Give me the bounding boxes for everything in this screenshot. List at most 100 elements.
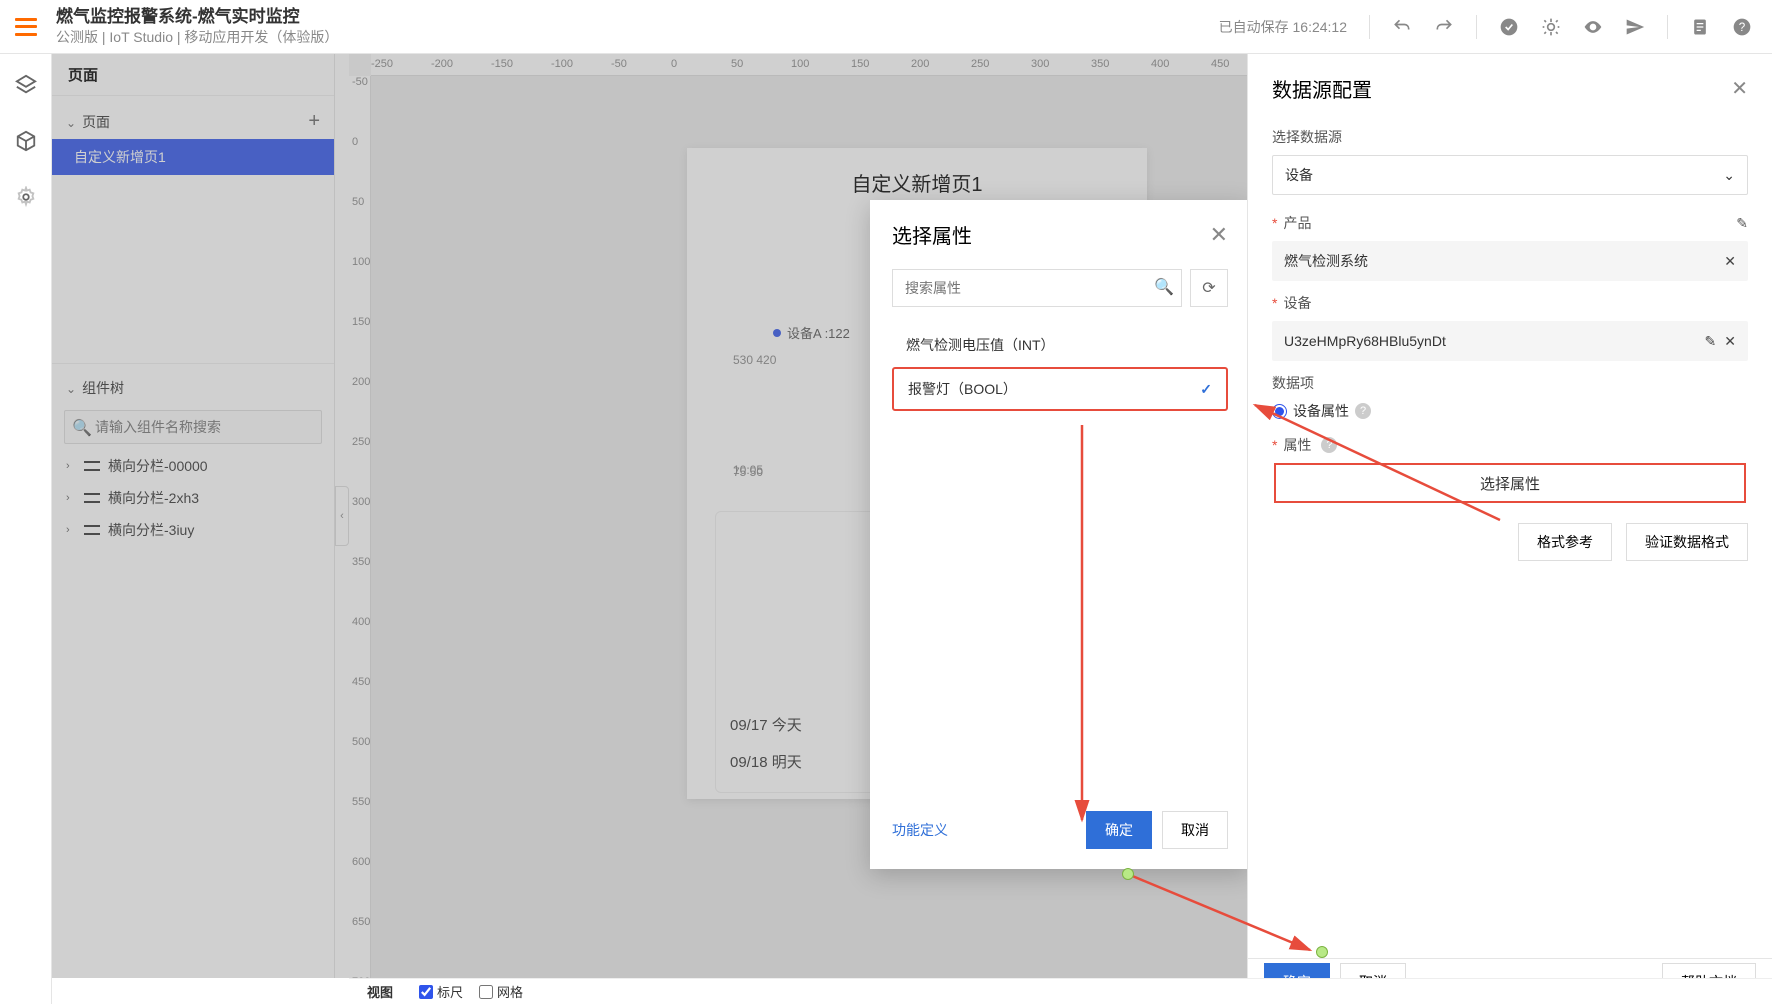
help-tooltip-icon[interactable]: ? xyxy=(1355,403,1371,419)
dataitem-label: 数据项 xyxy=(1272,373,1748,393)
panel-title-row: 数据源配置 ✕ xyxy=(1272,74,1748,103)
help-tooltip-icon[interactable]: ? xyxy=(1321,437,1337,453)
component-tree-header[interactable]: ⌄ 组件树 xyxy=(52,372,334,404)
help-icon[interactable]: ? xyxy=(1732,17,1752,37)
modal-header: 选择属性 ✕ xyxy=(892,220,1228,249)
edit-icon[interactable]: ✎ xyxy=(1736,215,1748,232)
app-subtitle: 公测版 | IoT Studio | 移动应用开发（体验版） xyxy=(56,28,1219,46)
device-label: *设备 xyxy=(1272,293,1748,313)
modal-footer: 功能定义 确定 取消 xyxy=(892,811,1228,849)
left-panel: 页面 ⌄页面 + 自定义新增页1 ⌄组件树 🔍 ›横向分栏-00000 ›横向分… xyxy=(52,54,335,978)
panel-close-icon[interactable]: ✕ xyxy=(1731,76,1748,101)
view-label: 视图 xyxy=(367,982,393,1001)
ruler-vertical: -500501001502002503003504004505005506006… xyxy=(349,76,371,978)
add-page-icon[interactable]: + xyxy=(308,110,320,133)
layers-icon[interactable] xyxy=(15,74,37,96)
search-icon: 🔍 xyxy=(72,418,92,438)
annotation-dot xyxy=(1316,946,1328,958)
check-circle-icon[interactable] xyxy=(1499,17,1519,37)
tree-label: 横向分栏-00000 xyxy=(108,456,208,476)
columns-icon xyxy=(84,525,100,535)
legend-label: 设备A :122 xyxy=(787,323,850,342)
option-label: 报警灯（BOOL） xyxy=(908,379,1017,399)
tree-item[interactable]: ›横向分栏-3iuy xyxy=(52,514,334,546)
chart-y-value: 530 420 xyxy=(733,353,776,367)
notes-icon[interactable] xyxy=(1690,17,1710,37)
attribute-search-input[interactable] xyxy=(892,269,1182,307)
legend-dot-icon xyxy=(773,329,781,337)
select-attribute-modal: 选择属性 ✕ 🔍 ⟳ 燃气检测电压值（INT） 报警灯（BOOL） ✓ 功能定义… xyxy=(870,200,1250,869)
header-actions: 已自动保存 16:24:12 ? xyxy=(1219,15,1752,39)
autosave-text: 已自动保存 16:24:12 xyxy=(1219,17,1347,37)
datasource-select[interactable]: 设备 ⌄ xyxy=(1272,155,1748,195)
device-value: U3zeHMpRy68HBlu5ynDt xyxy=(1284,333,1446,349)
radio-label: 设备属性 xyxy=(1293,401,1349,421)
component-search: 🔍 xyxy=(64,410,322,444)
eye-icon[interactable] xyxy=(1583,17,1603,37)
app-title: 燃气监控报警系统-燃气实时监控 xyxy=(56,6,1219,28)
attribute-option[interactable]: 燃气检测电压值（INT） xyxy=(892,323,1228,367)
tree-item[interactable]: ›横向分栏-00000 xyxy=(52,450,334,482)
left-rail xyxy=(0,54,52,1004)
send-icon[interactable] xyxy=(1625,17,1645,37)
divider xyxy=(1476,15,1477,39)
chevron-down-icon: ⌄ xyxy=(66,116,76,130)
select-value: 设备 xyxy=(1285,165,1313,185)
redo-icon[interactable] xyxy=(1434,17,1454,37)
svg-text:?: ? xyxy=(1739,21,1746,34)
chart-x-value: 10:05 xyxy=(733,463,763,477)
hamburger-icon xyxy=(15,18,37,36)
modal-search-row: 🔍 ⟳ xyxy=(892,269,1228,307)
validate-format-button[interactable]: 验证数据格式 xyxy=(1626,523,1748,561)
device-attribute-radio[interactable]: 设备属性 ? xyxy=(1272,401,1748,421)
ruler-horizontal: -250-200-150-100-50050100150200250300350… xyxy=(371,54,1247,76)
radio-input[interactable] xyxy=(1272,404,1287,419)
chevron-right-icon: › xyxy=(66,492,76,504)
component-tree-section: ⌄ 组件树 🔍 ›横向分栏-00000 › 横向分栏-2xh3 ›横向分栏-3iuy xyxy=(52,363,334,554)
modal-close-icon[interactable]: ✕ xyxy=(1210,222,1228,248)
function-def-link[interactable]: 功能定义 xyxy=(892,820,948,840)
modal-ok-button[interactable]: 确定 xyxy=(1086,811,1152,849)
chevron-down-icon: ⌄ xyxy=(66,382,76,396)
search-icon[interactable]: 🔍 xyxy=(1154,277,1174,297)
product-label: *产品✎ xyxy=(1272,213,1748,233)
tree-item[interactable]: › 横向分栏-2xh3 xyxy=(52,482,334,514)
attribute-option-selected[interactable]: 报警灯（BOOL） ✓ xyxy=(892,367,1228,411)
collapse-button[interactable]: ‹ xyxy=(335,486,349,546)
modal-title: 选择属性 xyxy=(892,220,972,249)
columns-icon xyxy=(84,493,100,503)
ruler-checkbox[interactable]: 标尺 xyxy=(419,982,463,1001)
component-search-input[interactable] xyxy=(64,410,322,444)
modal-cancel-button[interactable]: 取消 xyxy=(1162,811,1228,849)
hamburger-menu[interactable] xyxy=(0,18,52,36)
datasource-label: 选择数据源 xyxy=(1272,127,1748,147)
device-field: U3zeHMpRy68HBlu5ynDt ✎ ✕ xyxy=(1272,321,1748,361)
clear-icon[interactable]: ✕ xyxy=(1724,333,1736,350)
cube-icon[interactable] xyxy=(15,130,37,152)
clear-icon[interactable]: ✕ xyxy=(1724,253,1736,270)
option-label: 燃气检测电压值（INT） xyxy=(906,335,1055,355)
product-field: 燃气检测系统 ✕ xyxy=(1272,241,1748,281)
grid-checkbox[interactable]: 网格 xyxy=(479,982,523,1001)
pages-section: ⌄ 页面 + 自定义新增页1 xyxy=(52,96,334,183)
product-value: 燃气检测系统 xyxy=(1284,251,1368,271)
chevron-down-icon: ⌄ xyxy=(1723,167,1735,184)
refresh-button[interactable]: ⟳ xyxy=(1190,269,1228,307)
settings-icon[interactable] xyxy=(15,186,37,208)
weather-date: 09/17 今天 xyxy=(730,714,802,735)
pages-header[interactable]: ⌄ 页面 + xyxy=(52,104,334,139)
attribute-label: *属性? xyxy=(1272,435,1748,455)
undo-icon[interactable] xyxy=(1392,17,1412,37)
choose-attribute-button[interactable]: 选择属性 xyxy=(1274,463,1746,503)
edit-icon[interactable]: ✎ xyxy=(1705,333,1717,350)
tree-label: 横向分栏-2xh3 xyxy=(108,488,199,508)
bug-icon[interactable] xyxy=(1541,17,1561,37)
pages-label: 页面 xyxy=(82,114,110,130)
format-reference-button[interactable]: 格式参考 xyxy=(1518,523,1612,561)
component-tree-label: 组件树 xyxy=(82,380,124,396)
header-title-block: 燃气监控报警系统-燃气实时监控 公测版 | IoT Studio | 移动应用开… xyxy=(52,6,1219,46)
divider xyxy=(1667,15,1668,39)
chart-legend: 设备A :122 xyxy=(773,323,850,342)
page-item-active[interactable]: 自定义新增页1 xyxy=(52,139,334,175)
tree-label: 横向分栏-3iuy xyxy=(108,520,194,540)
